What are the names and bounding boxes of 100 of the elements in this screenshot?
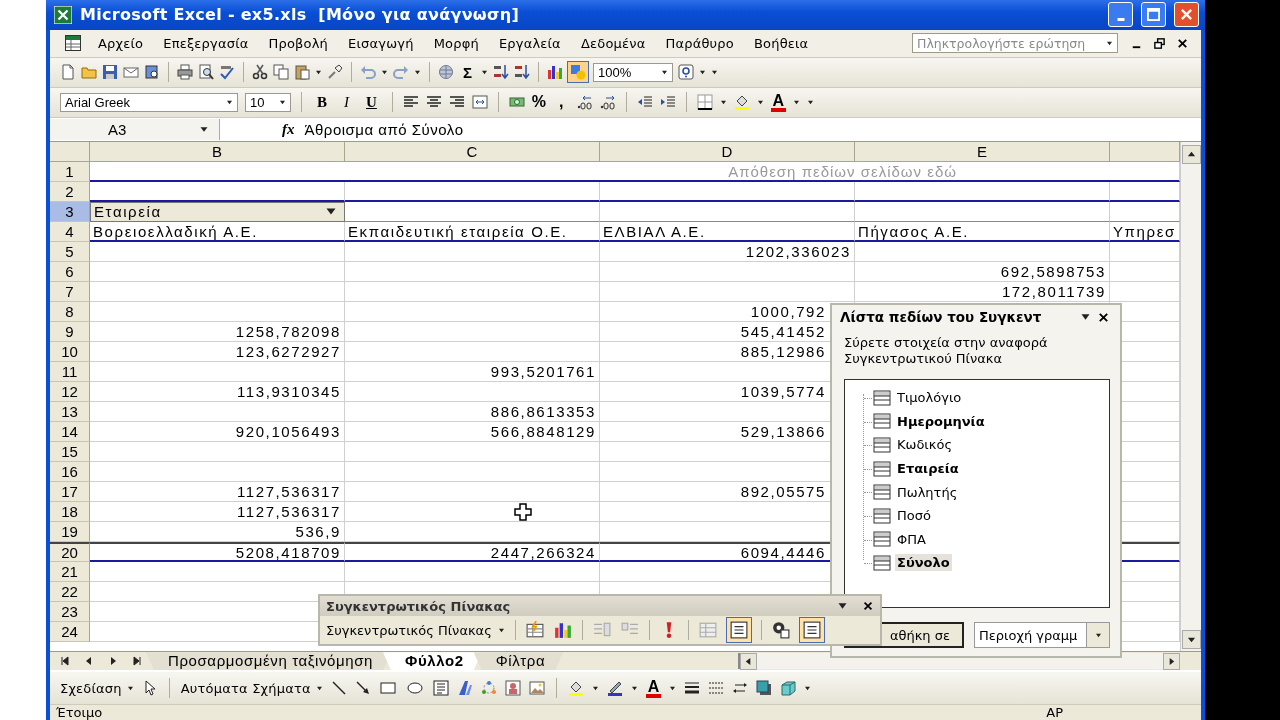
globe-icon[interactable] — [438, 64, 454, 81]
line-style-icon[interactable] — [684, 680, 701, 697]
formula-field[interactable]: Άθροισμα από Σύνολο — [304, 120, 464, 138]
paste-icon[interactable] — [294, 64, 310, 81]
caret-icon[interactable] — [414, 69, 421, 75]
caret-icon[interactable] — [630, 685, 638, 691]
font-color-button[interactable]: A — [770, 92, 787, 112]
caret-icon[interactable] — [381, 69, 388, 75]
caret-icon[interactable] — [719, 99, 727, 105]
close-button[interactable] — [1174, 2, 1199, 28]
caret-icon[interactable] — [279, 99, 286, 105]
column-header[interactable]: D — [600, 141, 855, 162]
caret-icon[interactable] — [315, 69, 322, 75]
menu-item[interactable]: Αρχείο — [88, 32, 154, 54]
minimize-button[interactable] — [1108, 2, 1133, 28]
shadow-icon[interactable] — [756, 680, 773, 697]
oval-icon[interactable] — [404, 680, 425, 697]
row-header[interactable]: 24 — [50, 621, 90, 642]
row-header[interactable]: 2 — [50, 181, 90, 202]
folder-icon[interactable] — [81, 64, 97, 81]
field-item[interactable]: Πωλητής — [895, 483, 960, 501]
autosum-button[interactable]: Σ — [459, 63, 476, 81]
caret-icon[interactable] — [1080, 313, 1091, 321]
field-item[interactable]: Ποσό — [895, 507, 933, 525]
field-item[interactable]: Ημερομηνία — [895, 412, 987, 430]
column-header[interactable]: E — [855, 141, 1110, 162]
arrow-icon[interactable] — [354, 680, 371, 697]
shapes-icon[interactable] — [568, 62, 588, 83]
scroll-left-button[interactable] — [740, 652, 757, 670]
autoshapes-menu[interactable]: Αυτόματα Σχήματα — [180, 680, 323, 696]
row-header[interactable]: 14 — [50, 421, 90, 442]
font-color-button[interactable]: A — [645, 678, 662, 698]
column-header[interactable]: C — [345, 141, 600, 162]
row-header[interactable]: 16 — [50, 461, 90, 482]
scroll-down-button[interactable] — [1182, 630, 1201, 650]
caret-icon[interactable] — [324, 207, 338, 217]
row-header[interactable]: 19 — [50, 521, 90, 542]
row-header[interactable]: 17 — [50, 481, 90, 502]
merge-cells-icon[interactable] — [471, 94, 488, 111]
cut-icon[interactable] — [252, 64, 268, 81]
percent-button[interactable]: % — [531, 93, 547, 112]
field-item[interactable]: Τιμολόγιο — [895, 389, 964, 407]
menu-item[interactable]: Εργαλεία — [488, 32, 571, 54]
previous-sheet-icon[interactable] — [84, 656, 94, 667]
list-icon[interactable] — [726, 618, 751, 642]
menu-item[interactable]: Δεδομένα — [570, 32, 656, 54]
caret-icon[interactable] — [199, 125, 209, 133]
field-item[interactable]: Εταιρεία — [895, 460, 961, 478]
field-settings-icon[interactable] — [771, 621, 790, 639]
caret-icon[interactable] — [837, 602, 848, 610]
row-header[interactable]: 18 — [50, 501, 90, 522]
row-header[interactable]: 20 — [50, 541, 90, 562]
caret-icon[interactable] — [1106, 40, 1113, 46]
sort-ascending-icon[interactable] — [493, 64, 509, 81]
envelope-icon[interactable] — [123, 64, 139, 81]
diagram-icon[interactable] — [480, 680, 497, 697]
caret-icon[interactable] — [756, 99, 764, 105]
format-report-icon[interactable] — [525, 621, 544, 639]
row-header[interactable]: 15 — [50, 441, 90, 462]
caret-icon[interactable] — [1094, 632, 1102, 638]
menu-item[interactable]: Εισαγωγή — [338, 32, 424, 54]
comma-button[interactable]: , — [553, 93, 570, 112]
caret-icon[interactable] — [661, 69, 668, 75]
field-dropdown[interactable]: Εταιρεία — [90, 201, 345, 222]
caret-icon[interactable] — [497, 627, 505, 633]
caret-icon[interactable] — [481, 69, 488, 75]
restore-icon[interactable] — [1153, 36, 1166, 50]
close-icon[interactable] — [1176, 36, 1189, 50]
next-sheet-icon[interactable] — [108, 656, 118, 667]
print-preview-icon[interactable] — [198, 64, 214, 81]
caret-icon[interactable] — [804, 685, 812, 691]
pivot-table-menu[interactable]: Συγκεντρωτικός Πίνακας — [326, 622, 505, 638]
sheet-tab[interactable]: Φίλτρα — [473, 652, 564, 671]
row-header[interactable]: 4 — [50, 221, 90, 242]
scroll-up-button[interactable] — [1182, 144, 1201, 164]
fill-color-icon[interactable] — [567, 680, 584, 697]
wordart-icon[interactable] — [456, 680, 473, 697]
caret-icon[interactable] — [226, 99, 233, 105]
cube-icon[interactable] — [780, 680, 797, 697]
new-file-icon[interactable] — [60, 64, 76, 81]
sort-descending-icon[interactable] — [514, 64, 530, 81]
column-header[interactable]: B — [90, 141, 345, 162]
caret-icon[interactable] — [315, 685, 323, 691]
line-color-icon[interactable] — [606, 680, 623, 697]
menu-item[interactable]: Παράθυρο — [655, 32, 744, 54]
close-icon[interactable] — [862, 600, 874, 612]
decrease-decimal-icon[interactable] — [599, 94, 616, 111]
spreadsheet-icon[interactable] — [64, 35, 82, 52]
caret-icon[interactable] — [126, 685, 134, 691]
field-item[interactable]: ΦΠΑ — [895, 530, 928, 548]
row-header[interactable]: 5 — [50, 241, 90, 262]
row-header[interactable]: 11 — [50, 361, 90, 382]
row-header[interactable]: 21 — [50, 561, 90, 582]
picture-icon[interactable] — [528, 680, 545, 697]
row-header[interactable]: 13 — [50, 401, 90, 422]
menu-item[interactable]: Επεξεργασία — [153, 32, 259, 54]
row-header[interactable]: 7 — [50, 281, 90, 302]
italic-button[interactable]: I — [339, 93, 354, 111]
increase-decimal-icon[interactable] — [576, 94, 593, 111]
row-header[interactable]: 23 — [50, 601, 90, 622]
